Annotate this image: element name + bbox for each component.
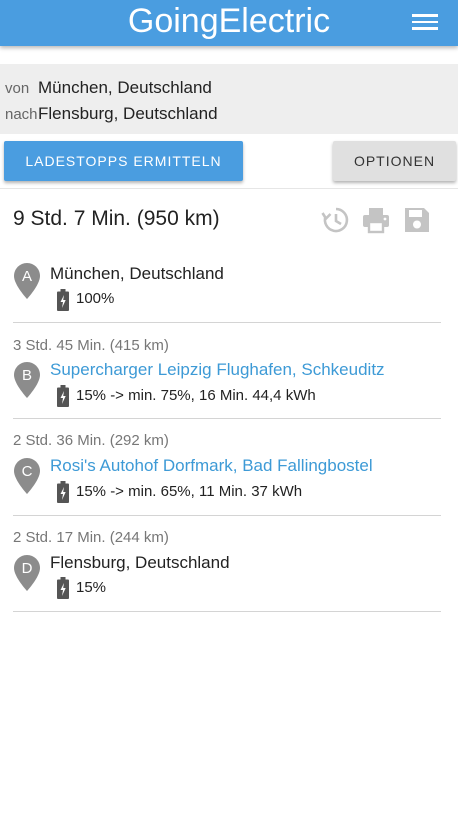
- to-row: nach Flensburg, Deutschland: [5, 104, 338, 128]
- route-results: 9 Std. 7 Min. (950 km) A München, Deutsc…: [0, 188, 458, 822]
- map-pin-icon: C: [14, 458, 40, 494]
- charging-station-link[interactable]: Rosi's Autohof Dorfmark, Bad Fallingbost…: [50, 456, 373, 476]
- pin-letter: B: [22, 367, 32, 384]
- from-label: von: [5, 80, 30, 97]
- options-button[interactable]: OPTIONEN: [333, 141, 456, 181]
- battery-icon: [57, 481, 69, 503]
- route-stop: 2 Std. 17 Min. (244 km) D Flensburg, Deu…: [13, 516, 441, 612]
- history-icon[interactable]: [321, 205, 351, 235]
- stop-name: Flensburg, Deutschland: [50, 553, 230, 572]
- route-stop: 3 Std. 45 Min. (415 km) B Supercharger L…: [13, 323, 441, 419]
- map-pin-icon: B: [14, 362, 40, 398]
- calculate-charging-stops-button[interactable]: LADESTOPPS ERMITTELN: [4, 141, 243, 181]
- charging-station-link[interactable]: Supercharger Leipzig Flughafen, Schkeudi…: [50, 360, 385, 380]
- leg-duration: 2 Std. 17 Min. (244 km): [13, 529, 169, 546]
- to-input[interactable]: Flensburg, Deutschland: [38, 104, 338, 124]
- from-input[interactable]: München, Deutschland: [38, 78, 338, 98]
- route-panel: von München, Deutschland nach Flensburg,…: [0, 64, 458, 134]
- map-pin-icon: D: [14, 555, 40, 591]
- battery-icon: [57, 577, 69, 599]
- battery-icon: [57, 289, 69, 311]
- from-row: von München, Deutschland: [5, 78, 338, 102]
- route-stop: A München, Deutschland 100%: [13, 249, 441, 323]
- to-label: nach: [5, 106, 38, 123]
- map-pin-icon: A: [14, 263, 40, 299]
- battery-icon: [57, 385, 69, 407]
- route-stop: 2 Std. 36 Min. (292 km) C Rosi's Autohof…: [13, 419, 441, 516]
- hamburger-menu-icon[interactable]: [412, 11, 438, 33]
- charge-info: 15% -> min. 65%, 11 Min. 37 kWh: [76, 483, 303, 500]
- save-icon[interactable]: [402, 205, 432, 235]
- app-bar: GoingElectric: [0, 0, 458, 46]
- leg-duration: 2 Std. 36 Min. (292 km): [13, 432, 169, 449]
- charge-info: 15%: [76, 579, 107, 596]
- pin-letter: C: [22, 463, 33, 480]
- app-title: GoingElectric: [127, 2, 331, 40]
- route-summary: 9 Std. 7 Min. (950 km): [13, 207, 220, 230]
- charge-info: 15% -> min. 75%, 16 Min. 44,4 kWh: [76, 387, 316, 404]
- pin-letter: A: [22, 268, 32, 285]
- pin-letter: D: [22, 560, 33, 577]
- print-icon[interactable]: [361, 205, 391, 235]
- leg-duration: 3 Std. 45 Min. (415 km): [13, 337, 169, 354]
- stop-name: München, Deutschland: [50, 264, 224, 283]
- charge-info: 100%: [76, 290, 115, 307]
